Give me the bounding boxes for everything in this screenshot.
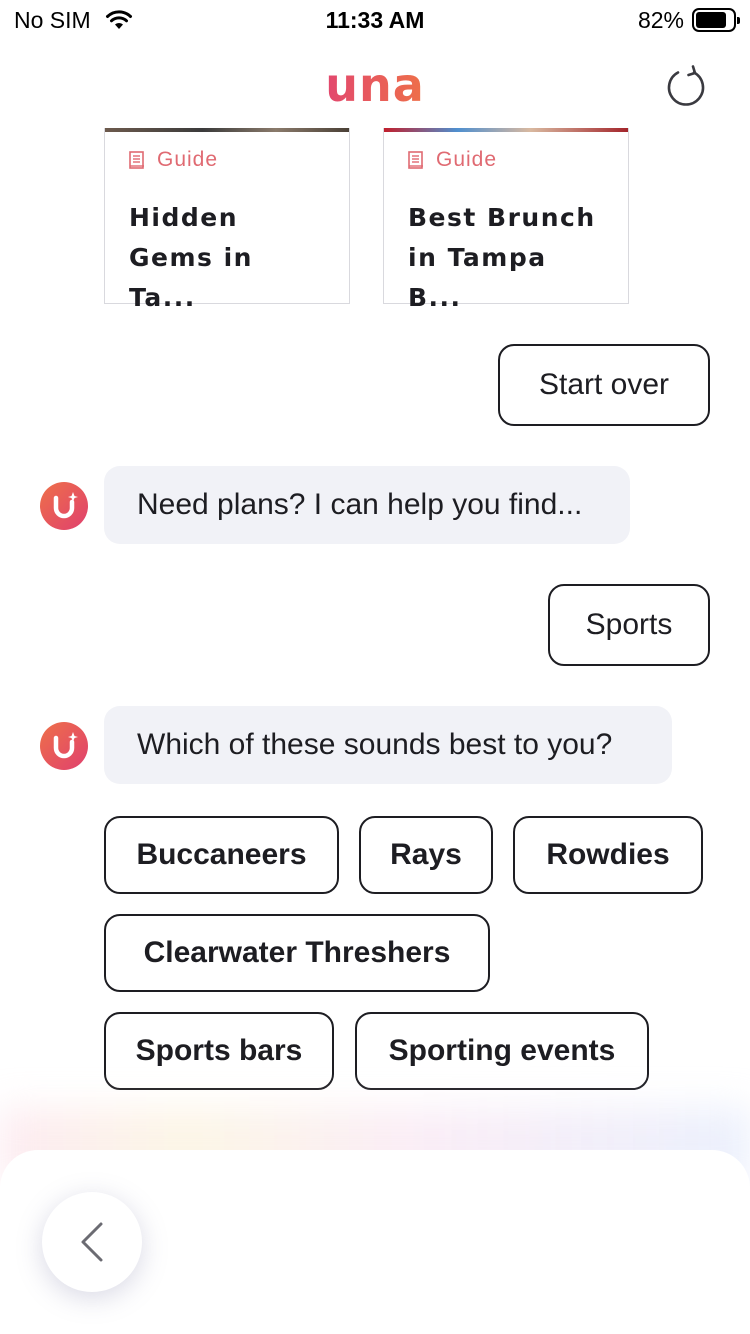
option-buccaneers[interactable]: Buccaneers: [104, 816, 339, 894]
status-bar: No SIM 11:33 AM 82%: [0, 0, 750, 40]
una-avatar-icon: [53, 732, 78, 759]
battery-icon: [692, 8, 740, 32]
option-rays[interactable]: Rays: [359, 816, 493, 894]
guide-card-hidden-gems[interactable]: Guide Hidden Gems in Ta...: [104, 128, 350, 312]
bot-message: Which of these sounds best to you?: [104, 706, 672, 784]
back-button[interactable]: [42, 1192, 142, 1292]
bot-avatar: [40, 722, 88, 770]
option-sports-bars[interactable]: Sports bars: [104, 1012, 334, 1090]
bot-message: Need plans? I can help you find...: [104, 466, 630, 544]
guide-tag: Guide: [129, 148, 218, 172]
user-message-start-over[interactable]: Start over: [498, 344, 710, 426]
una-avatar-icon: [53, 492, 78, 519]
card-image: [384, 128, 628, 132]
guide-card-best-brunch[interactable]: Guide Best Brunch in Tampa B...: [383, 128, 629, 312]
card-image: [105, 128, 349, 132]
user-message-sports[interactable]: Sports: [548, 584, 710, 666]
option-sporting-events[interactable]: Sporting events: [355, 1012, 649, 1090]
guide-tag-label: Guide: [436, 148, 498, 171]
refresh-icon[interactable]: [664, 64, 708, 108]
una-logo: una: [325, 58, 425, 112]
guide-card-title: Hidden Gems in Ta...: [129, 203, 253, 312]
guide-icon: [129, 150, 144, 169]
guide-icon: [408, 150, 423, 169]
option-clearwater-threshers[interactable]: Clearwater Threshers: [104, 914, 490, 992]
guide-tag-label: Guide: [157, 148, 219, 171]
option-rowdies[interactable]: Rowdies: [513, 816, 703, 894]
guide-tag: Guide: [408, 148, 497, 172]
battery-percentage: 82%: [637, 7, 684, 33]
guide-card-title: Best Brunch in Tampa B...: [408, 203, 596, 312]
bot-avatar: [40, 482, 88, 530]
chevron-left-icon: [81, 1222, 103, 1262]
